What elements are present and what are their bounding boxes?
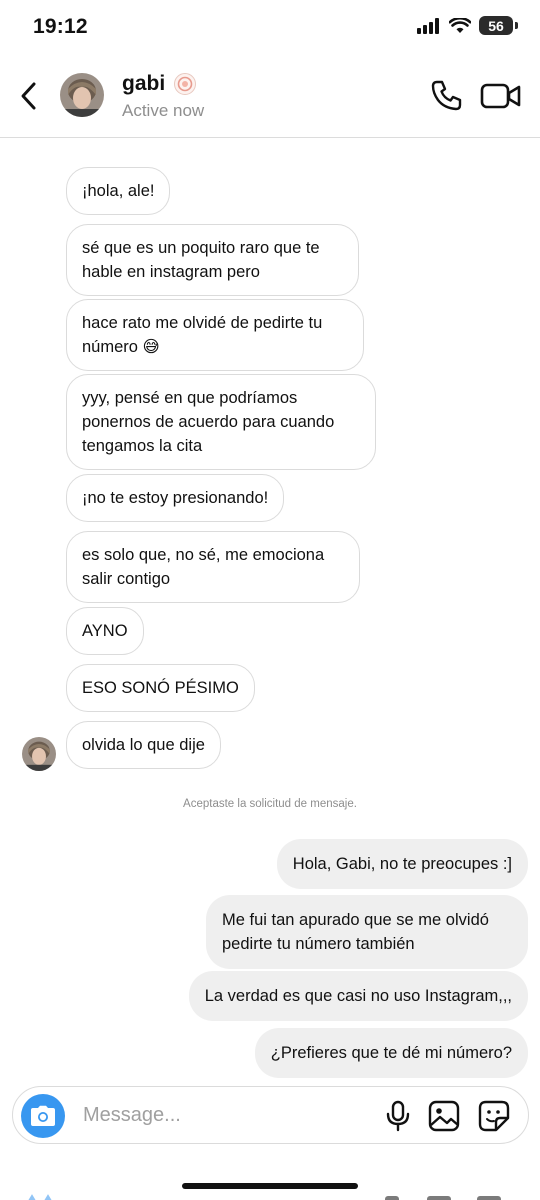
incoming-message[interactable]: ¡hola, ale! bbox=[66, 167, 171, 215]
battery-tip bbox=[515, 22, 518, 29]
phone-icon[interactable] bbox=[428, 78, 464, 114]
ghost-camera-icon bbox=[28, 1194, 52, 1200]
battery-icon: 56 bbox=[479, 16, 513, 35]
message-input[interactable] bbox=[83, 1101, 363, 1129]
outgoing-message[interactable]: Me fui tan apurado que se me olvidó pedi… bbox=[206, 895, 528, 969]
camera-icon bbox=[31, 1105, 55, 1126]
microphone-icon[interactable] bbox=[383, 1100, 413, 1132]
outgoing-message[interactable]: La verdad es que casi no uso Instagram,,… bbox=[188, 971, 528, 1021]
video-camera-icon[interactable] bbox=[480, 80, 522, 112]
gallery-icon[interactable] bbox=[428, 1100, 460, 1132]
contact-status: Active now bbox=[122, 101, 205, 120]
contact-name-row[interactable]: gabi bbox=[122, 72, 197, 96]
message-thread: ¡hola, ale! sé que es un poquito raro qu… bbox=[0, 138, 540, 1084]
outgoing-message[interactable]: Hola, Gabi, no te preocupes :] bbox=[276, 839, 528, 889]
chat-header: gabi Active now bbox=[0, 56, 540, 138]
ghost-icons bbox=[385, 1196, 501, 1200]
status-time: 19:12 bbox=[33, 15, 88, 38]
battery-level: 56 bbox=[488, 17, 504, 34]
incoming-message[interactable]: olvida lo que dije bbox=[66, 721, 221, 769]
message-composer bbox=[12, 1086, 529, 1144]
flower-emoji-icon bbox=[174, 73, 197, 95]
sticker-icon[interactable] bbox=[478, 1100, 510, 1132]
incoming-message[interactable]: AYNO bbox=[66, 607, 144, 655]
incoming-message[interactable]: yyy, pensé en que podríamos ponernos de … bbox=[66, 374, 376, 470]
incoming-message[interactable]: ¡no te estoy presionando! bbox=[66, 474, 285, 522]
contact-avatar[interactable] bbox=[60, 73, 104, 117]
outgoing-message[interactable]: ¿Prefieres que te dé mi número? bbox=[254, 1028, 528, 1078]
incoming-message[interactable]: hace rato me olvidé de pedirte tu número… bbox=[66, 299, 364, 371]
back-chevron-icon[interactable] bbox=[14, 78, 46, 114]
signal-icon bbox=[417, 17, 439, 34]
contact-name: gabi bbox=[122, 72, 166, 95]
incoming-message[interactable]: ESO SONÓ PÉSIMO bbox=[66, 664, 255, 712]
incoming-message[interactable]: sé que es un poquito raro que te hable e… bbox=[66, 224, 359, 296]
status-icons: 56 bbox=[417, 16, 518, 35]
system-note: Aceptaste la solicitud de mensaje. bbox=[183, 798, 357, 810]
wifi-icon bbox=[449, 17, 471, 33]
status-bar: 19:12 56 bbox=[0, 0, 540, 56]
sender-avatar[interactable] bbox=[22, 737, 56, 771]
home-indicator[interactable] bbox=[182, 1183, 358, 1189]
camera-button[interactable] bbox=[21, 1094, 65, 1138]
incoming-message[interactable]: es solo que, no sé, me emociona salir co… bbox=[66, 531, 360, 603]
